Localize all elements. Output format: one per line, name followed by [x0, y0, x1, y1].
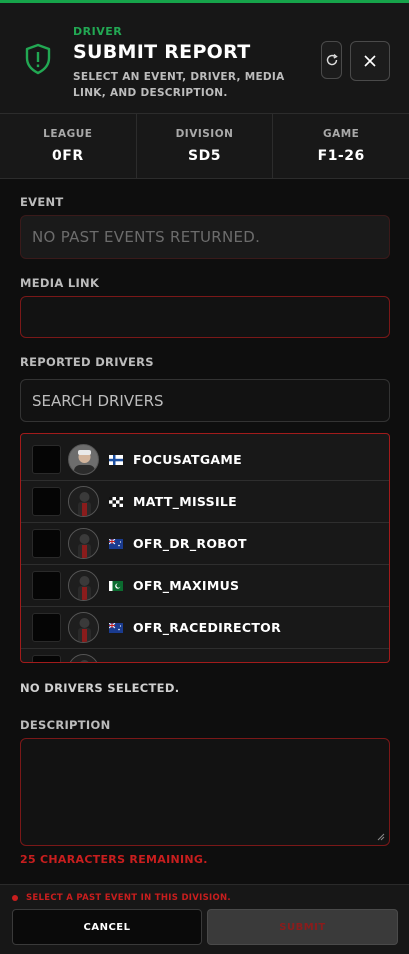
- driver-row[interactable]: OFR_DR_ROBOT: [21, 523, 389, 565]
- driver-name: FOCUSATGAME: [133, 452, 242, 467]
- event-select[interactable]: NO PAST EVENTS RETURNED.: [20, 215, 390, 259]
- australia-flag-icon: [109, 623, 123, 633]
- driver-name: OFR_MAXIMUS: [133, 578, 240, 593]
- driver-checkbox[interactable]: [32, 655, 61, 662]
- division-stat: DIVISION SD5: [137, 114, 274, 178]
- close-button[interactable]: [350, 41, 390, 81]
- driver-checkbox[interactable]: [32, 487, 61, 516]
- driver-row[interactable]: FOCUSATGAME: [21, 439, 389, 481]
- error-text: SELECT A PAST EVENT IN THIS DIVISION.: [26, 893, 231, 903]
- footer: SELECT A PAST EVENT IN THIS DIVISION. CA…: [0, 884, 409, 954]
- stat-label: LEAGUE: [43, 128, 93, 140]
- description-label: DESCRIPTION: [20, 718, 111, 732]
- avatar: [68, 654, 99, 662]
- driver-checkbox[interactable]: [32, 529, 61, 558]
- driver-row[interactable]: OFR_RACEDIRECTOR: [21, 607, 389, 649]
- driver-checkbox[interactable]: [32, 571, 61, 600]
- refresh-button[interactable]: [321, 41, 342, 79]
- driver-row[interactable]: [21, 649, 389, 662]
- role-label: DRIVER: [73, 25, 123, 38]
- page-title: SUBMIT REPORT: [73, 41, 251, 63]
- game-stat: GAME F1-26: [273, 114, 409, 178]
- pakistan-flag-icon: [109, 581, 123, 591]
- avatar: [68, 570, 99, 601]
- summary-stats: LEAGUE 0FR DIVISION SD5 GAME F1-26: [0, 113, 409, 179]
- stat-value: SD5: [188, 148, 221, 164]
- media-link-label: MEDIA LINK: [20, 276, 100, 290]
- event-placeholder: NO PAST EVENTS RETURNED.: [32, 228, 261, 246]
- stat-label: GAME: [322, 128, 360, 140]
- characters-remaining: 25 CHARACTERS REMAINING.: [20, 853, 208, 866]
- stat-value: F1-26: [317, 148, 365, 164]
- close-icon: [364, 55, 376, 67]
- event-label: EVENT: [20, 195, 64, 209]
- driver-search-input[interactable]: SEARCH DRIVERS: [20, 379, 390, 422]
- finland-flag-icon: [109, 455, 123, 465]
- description-textarea[interactable]: [20, 738, 390, 846]
- cancel-button[interactable]: CANCEL: [12, 909, 202, 945]
- avatar: [68, 486, 99, 517]
- resize-grip-icon[interactable]: [376, 832, 385, 841]
- driver-name: OFR_RACEDIRECTOR: [133, 620, 281, 635]
- driver-name: OFR_DR_ROBOT: [133, 536, 247, 551]
- australia-flag-icon: [109, 539, 123, 549]
- validation-error: SELECT A PAST EVENT IN THIS DIVISION.: [12, 893, 231, 903]
- refresh-icon: [326, 53, 338, 66]
- page-subtitle: SELECT AN EVENT, DRIVER, MEDIA LINK, AND…: [73, 71, 285, 99]
- driver-name: MATT_MISSILE: [133, 494, 238, 509]
- no-drivers-selected: NO DRIVERS SELECTED.: [20, 681, 180, 695]
- avatar: [68, 528, 99, 559]
- header: DRIVER SUBMIT REPORT SELECT AN EVENT, DR…: [0, 3, 409, 113]
- media-link-input[interactable]: [20, 296, 390, 338]
- submit-button[interactable]: SUBMIT: [207, 909, 398, 945]
- avatar: [68, 612, 99, 643]
- league-stat: LEAGUE 0FR: [0, 114, 137, 178]
- driver-search-placeholder: SEARCH DRIVERS: [32, 391, 164, 410]
- shield-alert-icon: [25, 43, 51, 75]
- checkered-flag-icon: [109, 497, 123, 507]
- driver-list[interactable]: FOCUSATGAME MATT_MISSILE OFR_DR_ROBOT OF…: [20, 433, 390, 663]
- reported-drivers-label: REPORTED DRIVERS: [20, 355, 154, 369]
- avatar: [68, 444, 99, 475]
- error-dot-icon: [12, 895, 18, 901]
- driver-checkbox[interactable]: [32, 613, 61, 642]
- driver-row[interactable]: MATT_MISSILE: [21, 481, 389, 523]
- driver-row[interactable]: OFR_MAXIMUS: [21, 565, 389, 607]
- driver-checkbox[interactable]: [32, 445, 61, 474]
- stat-label: DIVISION: [175, 128, 234, 140]
- stat-value: 0FR: [52, 148, 84, 164]
